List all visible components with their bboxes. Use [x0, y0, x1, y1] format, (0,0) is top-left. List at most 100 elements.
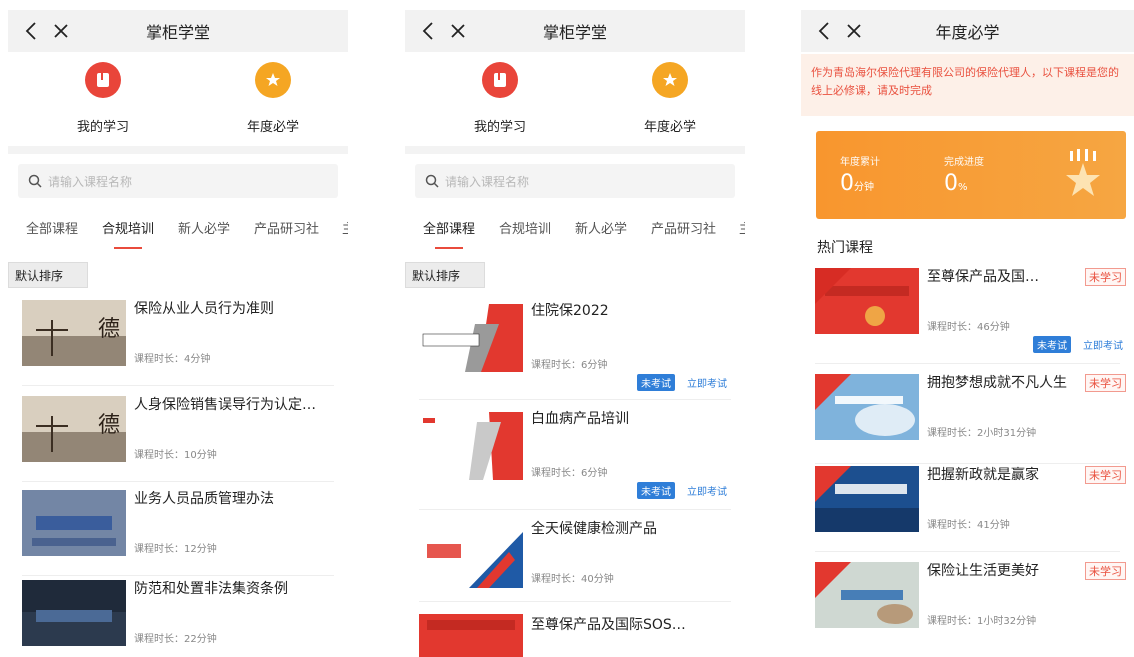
course-title: 保险从业人员行为准则	[134, 301, 274, 317]
tab-compliance[interactable]: 合规培训	[102, 218, 154, 237]
hot-courses-heading: 热门课程	[817, 240, 873, 256]
course-thumbnail: 德	[22, 396, 126, 462]
course-item[interactable]: 至尊保产品及国际SOS…	[405, 602, 745, 657]
course-thumbnail	[815, 466, 919, 532]
search-input[interactable]: 请输入课程名称	[18, 164, 338, 198]
nav-bar: 掌柜学堂	[405, 10, 745, 52]
course-title: 防范和处置非法集资条例	[134, 581, 288, 597]
course-thumbnail	[815, 268, 919, 334]
entry-label: 年度必学	[246, 120, 299, 135]
course-title: 住院保2022	[531, 303, 609, 319]
screen-compliance: 掌柜学堂 我的学习 年度必学 请输入课程名称 全部课程 合规培训 新人必学 产品…	[8, 0, 348, 657]
screen-annual-required: 年度必学 作为青岛海尔保险代理有限公司的保险代理人，以下课程是您的线上必修课，请…	[801, 0, 1134, 657]
tab-product-lab[interactable]: 产品研习社	[254, 218, 319, 237]
course-thumbnail	[22, 490, 126, 556]
course-title: 业务人员品质管理办法	[134, 491, 274, 507]
sort-button[interactable]: 默认排序	[8, 262, 88, 288]
course-duration: 课程时长：10分钟	[134, 450, 217, 461]
course-duration: 课程时长：6分钟	[531, 360, 608, 371]
svg-text:德: 德	[98, 413, 120, 438]
course-item[interactable]: 全天候健康检测产品 课程时长：40分钟	[405, 510, 745, 602]
course-item[interactable]: 防范和处置非法集资条例 课程时长：22分钟	[8, 570, 348, 657]
take-exam-link[interactable]: 立即考试	[1083, 337, 1123, 352]
progress-label: 完成进度	[944, 157, 984, 168]
sort-bar: 默认排序	[8, 262, 348, 288]
annual-required-entry[interactable]: 年度必学	[218, 62, 328, 135]
divider	[8, 146, 348, 154]
tab-more[interactable]: 主	[739, 218, 745, 237]
tab-all-courses[interactable]: 全部课程	[26, 218, 78, 237]
course-duration: 课程时长：12分钟	[134, 544, 217, 555]
course-duration: 课程时长：40分钟	[531, 574, 614, 585]
course-duration: 课程时长：2小时31分钟	[927, 428, 1037, 439]
course-title: 保险让生活更美好	[927, 563, 1039, 579]
course-item[interactable]: 业务人员品质管理办法 课程时长：12分钟	[8, 480, 348, 576]
take-exam-link[interactable]: 立即考试	[687, 375, 727, 390]
course-thumbnail	[815, 562, 919, 628]
course-thumbnail	[419, 304, 523, 372]
course-title: 把握新政就是赢家	[927, 467, 1039, 483]
course-title: 至尊保产品及国…	[927, 269, 1039, 285]
divider	[405, 146, 745, 154]
course-item[interactable]: 保险让生活更美好 未学习 课程时长：1小时32分钟	[801, 552, 1134, 648]
course-thumbnail	[815, 374, 919, 440]
course-duration: 课程时长：6分钟	[531, 468, 608, 479]
course-thumbnail	[22, 580, 126, 646]
tab-all-courses[interactable]: 全部课程	[423, 218, 475, 237]
my-learning-entry[interactable]: 我的学习	[445, 62, 555, 135]
study-status-tag: 未学习	[1085, 374, 1126, 392]
course-item[interactable]: 住院保2022 课程时长：6分钟 未考试 立即考试	[405, 292, 745, 400]
course-title: 全天候健康检测产品	[531, 521, 657, 537]
close-icon[interactable]	[841, 10, 867, 52]
course-item[interactable]: 德 保险从业人员行为准则 课程时长：4分钟	[8, 290, 348, 386]
course-thumbnail	[419, 412, 523, 480]
close-icon[interactable]	[48, 10, 74, 52]
course-item[interactable]: 把握新政就是赢家 未学习 课程时长：41分钟	[801, 456, 1134, 552]
book-icon	[482, 62, 518, 98]
exam-status-badge: 未考试	[1033, 336, 1071, 353]
course-duration: 课程时长：22分钟	[134, 634, 217, 645]
back-icon[interactable]	[415, 10, 441, 52]
entry-grid: 我的学习 年度必学	[8, 62, 348, 146]
course-item[interactable]: 德 人身保险销售误导行为认定… 课程时长：10分钟	[8, 386, 348, 482]
course-duration: 课程时长：1小时32分钟	[927, 616, 1037, 627]
search-icon	[28, 174, 42, 188]
course-item[interactable]: 至尊保产品及国… 未学习 课程时长：46分钟 未考试 立即考试	[801, 258, 1134, 364]
sort-button[interactable]: 默认排序	[405, 262, 485, 288]
svg-text:德: 德	[98, 317, 120, 342]
course-item[interactable]: 拥抱梦想成就不凡人生 未学习 课程时长：2小时31分钟	[801, 364, 1134, 464]
sort-bar: 默认排序	[405, 262, 745, 288]
course-title: 至尊保产品及国际SOS…	[531, 617, 686, 633]
nav-bar: 年度必学	[801, 10, 1134, 52]
back-icon[interactable]	[18, 10, 44, 52]
tab-product-lab[interactable]: 产品研习社	[651, 218, 716, 237]
stats-card: 年度累计 0分钟 完成进度 0%	[816, 131, 1126, 219]
search-input[interactable]: 请输入课程名称	[415, 164, 735, 198]
entry-label: 年度必学	[643, 120, 696, 135]
back-icon[interactable]	[811, 10, 837, 52]
tab-newcomer[interactable]: 新人必学	[575, 218, 627, 237]
progress-value: 0%	[944, 171, 968, 196]
course-title: 白血病产品培训	[531, 411, 629, 427]
course-thumbnail: 德	[22, 300, 126, 366]
take-exam-link[interactable]: 立即考试	[687, 483, 727, 498]
entry-label: 我的学习	[473, 120, 526, 135]
close-icon[interactable]	[445, 10, 471, 52]
my-learning-entry[interactable]: 我的学习	[48, 62, 158, 135]
search-placeholder: 请输入课程名称	[48, 174, 133, 189]
annual-required-entry[interactable]: 年度必学	[615, 62, 725, 135]
exam-status-badge: 未考试	[637, 482, 675, 499]
tab-compliance[interactable]: 合规培训	[499, 218, 551, 237]
study-status-tag: 未学习	[1085, 466, 1126, 484]
study-status-tag: 未学习	[1085, 562, 1126, 580]
course-item[interactable]: 白血病产品培训 课程时长：6分钟 未考试 立即考试	[405, 400, 745, 510]
entry-grid: 我的学习 年度必学	[405, 62, 745, 146]
course-duration: 课程时长：41分钟	[927, 520, 1010, 531]
study-status-tag: 未学习	[1085, 268, 1126, 286]
exam-status-badge: 未考试	[637, 374, 675, 391]
entry-label: 我的学习	[76, 120, 129, 135]
tab-newcomer[interactable]: 新人必学	[178, 218, 230, 237]
search-icon	[425, 174, 439, 188]
total-value: 0分钟	[840, 171, 874, 196]
tab-more[interactable]: 主	[342, 218, 348, 237]
